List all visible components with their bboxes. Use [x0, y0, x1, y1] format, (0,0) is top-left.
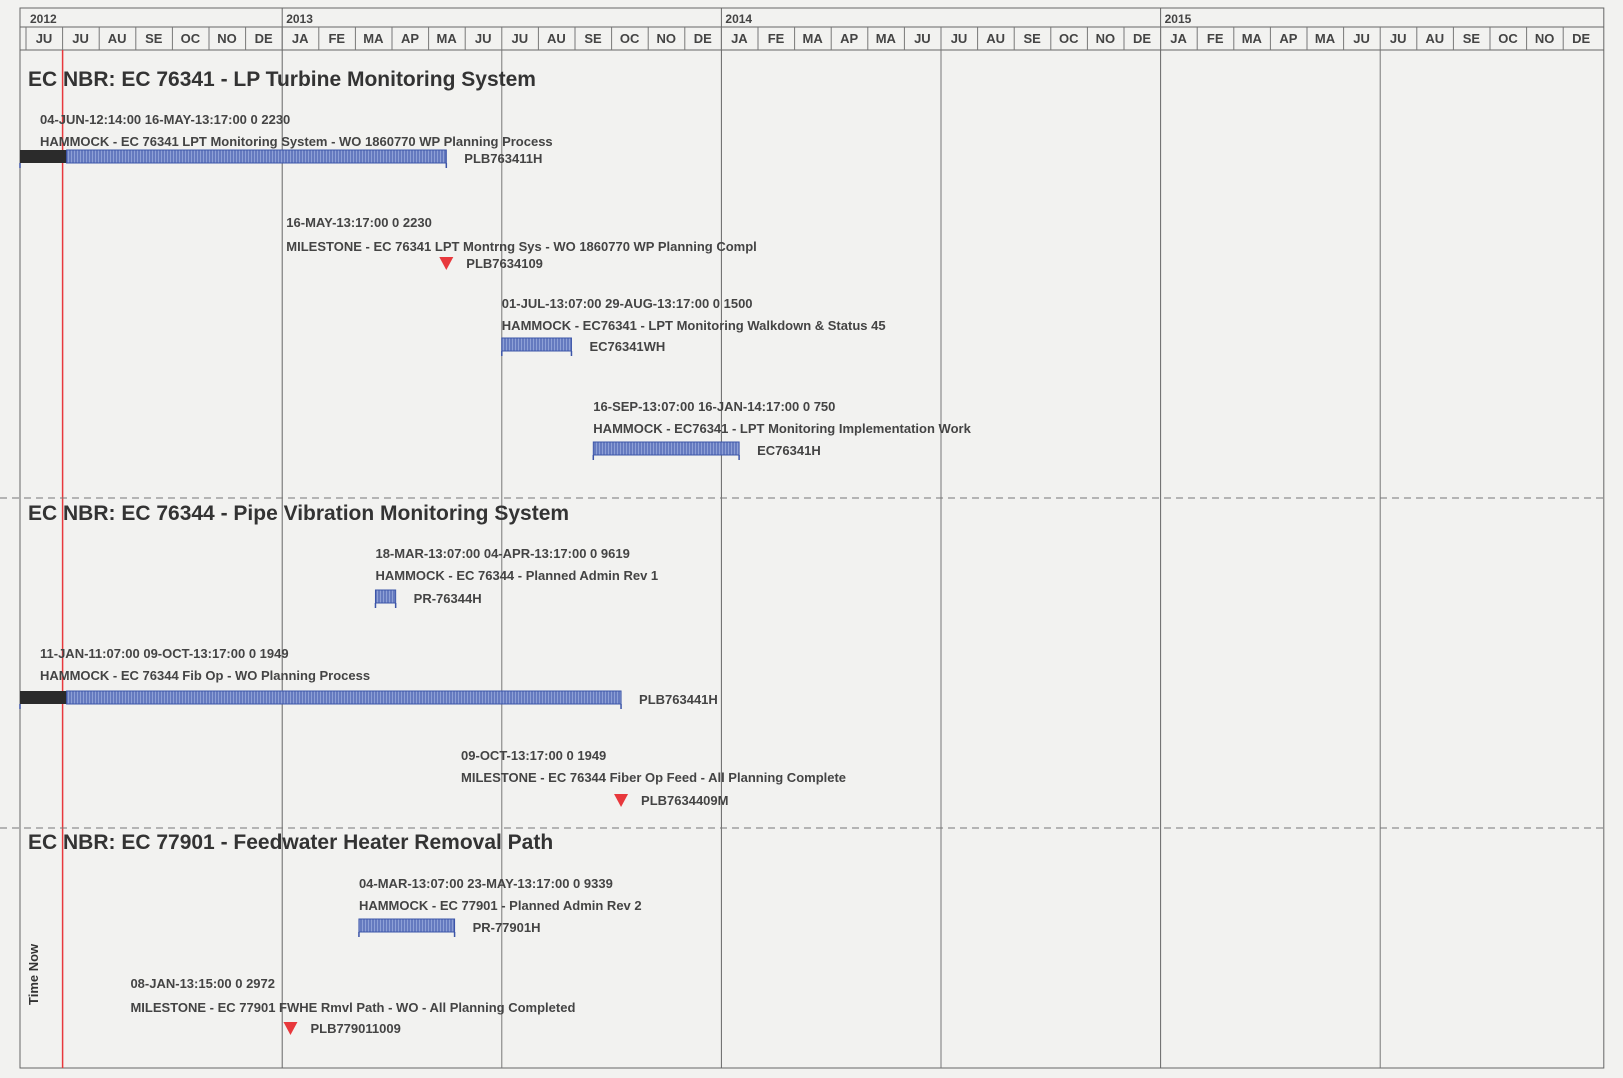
bar-end-marker: [358, 932, 456, 937]
activity-description: MILESTONE - EC 77901 FWHE Rmvl Path - WO…: [130, 1000, 576, 1015]
month-label: JA: [1170, 31, 1187, 46]
activity-bar: [66, 149, 447, 164]
month-label: AP: [1279, 31, 1298, 46]
activity-dates: 01-JUL-13:07:00 29-AUG-13:17:00 0 1500: [501, 296, 753, 311]
activity-description: HAMMOCK - EC76341 - LPT Monitoring Walkd…: [501, 318, 886, 333]
month-label: DE: [1132, 31, 1152, 46]
bar-end-marker: [501, 351, 573, 356]
time-now-label: Time Now: [26, 943, 41, 1005]
month-label: AP: [400, 31, 420, 46]
activity-description: MILESTONE - EC 76344 Fiber Op Feed - All…: [461, 770, 847, 785]
month-label: SE: [584, 31, 602, 46]
year-label: 2014: [725, 12, 753, 26]
month-label: AU: [1425, 31, 1445, 46]
activity-bar-clipped: [20, 150, 67, 163]
month-label: DE: [1572, 31, 1591, 46]
activity-id: PLB7634109: [466, 256, 543, 271]
month-label: JA: [291, 31, 309, 46]
month-label: NO: [1534, 31, 1555, 46]
month-label: DE: [254, 31, 273, 46]
month-label: OC: [1059, 31, 1079, 46]
activity-description: HAMMOCK - EC 76344 Fib Op - WO Planning …: [40, 668, 371, 683]
activity-dates: 04-JUN-12:14:00 16-MAY-13:17:00 0 2230: [40, 112, 291, 127]
year-label: 2012: [30, 12, 57, 26]
month-label: DE: [693, 31, 712, 46]
month-label: MA: [363, 31, 384, 46]
bar-end-marker: [592, 455, 740, 460]
month-label: SE: [145, 31, 163, 46]
activity-description: HAMMOCK - EC 77901 - Planned Admin Rev 2: [358, 898, 642, 913]
section-title: EC NBR: EC 76344 - Pipe Vibration Monito…: [28, 502, 570, 525]
activity-id: PLB763441H: [639, 692, 718, 707]
month-label: MA: [1314, 31, 1336, 46]
month-label: JA: [731, 31, 748, 46]
month-label: AU: [547, 31, 566, 46]
month-label: NO: [1095, 31, 1116, 46]
activity-bar: [358, 918, 456, 933]
month-label: FE: [328, 31, 346, 46]
month-label: SE: [1023, 31, 1041, 46]
month-label: MA: [1241, 31, 1262, 46]
month-label: MA: [802, 31, 823, 46]
month-label: MA: [436, 31, 457, 46]
month-label: MA: [875, 31, 896, 46]
month-label: OC: [1498, 31, 1518, 46]
activity-description: HAMMOCK - EC 76341 LPT Monitoring System…: [40, 134, 553, 149]
milestone-marker: [439, 257, 454, 270]
activity-dates: 04-MAR-13:07:00 23-MAY-13:17:00 0 9339: [358, 876, 613, 891]
activity-bar: [501, 337, 572, 352]
month-label: FE: [767, 31, 785, 46]
bar-end-marker: [19, 163, 448, 168]
bar-end-marker: [19, 704, 622, 709]
month-label: JU: [35, 31, 53, 46]
month-label: JU: [474, 31, 492, 46]
activity-bar-clipped: [20, 691, 67, 704]
activity-description: HAMMOCK - EC76341 - LPT Monitoring Imple…: [593, 421, 971, 436]
activity-dates: 16-SEP-13:07:00 16-JAN-14:17:00 0 750: [593, 399, 836, 414]
month-label: JU: [511, 31, 529, 46]
month-label: SE: [1462, 31, 1481, 46]
month-label: JU: [72, 31, 89, 46]
activity-bar: [592, 441, 740, 456]
month-label: FE: [1206, 31, 1224, 46]
activity-bar: [374, 589, 397, 604]
activity-id: EC76341WH: [589, 339, 666, 354]
month-label: AU: [986, 31, 1005, 46]
activity-description: HAMMOCK - EC 76344 - Planned Admin Rev 1: [375, 568, 659, 583]
activity-id: PLB779011009: [310, 1021, 401, 1036]
month-label: NO: [656, 31, 676, 46]
activity-id: PLB7634409M: [641, 793, 729, 808]
activity-id: PLB763411H: [464, 151, 543, 166]
month-label: JU: [1353, 31, 1370, 46]
activity-dates: 16-MAY-13:17:00 0 2230: [286, 215, 432, 230]
month-label: JU: [914, 31, 931, 46]
year-label: 2015: [1164, 12, 1192, 26]
activity-dates: 11-JAN-11:07:00 09-OCT-13:17:00 0 1949: [40, 646, 289, 661]
milestone-marker: [614, 794, 629, 807]
year-label: 2013: [286, 12, 313, 26]
month-label: OC: [180, 31, 201, 46]
month-label: OC: [619, 31, 640, 46]
gantt-chart: [0, 7, 1605, 1069]
activity-dates: 09-OCT-13:17:00 0 1949: [461, 748, 607, 763]
activity-dates: 08-JAN-13:15:00 0 2972: [130, 976, 275, 991]
section-title: EC NBR: EC 77901 - Feedwater Heater Remo…: [28, 831, 554, 854]
activity-id: PR-76344H: [413, 591, 482, 606]
activity-description: MILESTONE - EC 76341 LPT Montrng Sys - W…: [286, 239, 757, 254]
activity-bar: [66, 690, 622, 705]
month-label: AP: [840, 31, 859, 46]
month-label: JU: [950, 31, 968, 46]
timeline-grid: [0, 7, 1605, 1069]
activity-id: PR-77901H: [472, 920, 541, 935]
activity-dates: 18-MAR-13:07:00 04-APR-13:17:00 0 9619: [375, 546, 630, 561]
section-title: EC NBR: EC 76341 - LP Turbine Monitoring…: [28, 68, 536, 91]
month-label: JU: [1389, 31, 1407, 46]
chart-frame: [19, 7, 1605, 1069]
milestone-marker: [283, 1022, 298, 1035]
month-label: NO: [217, 31, 237, 46]
activity-id: EC76341H: [757, 443, 821, 458]
month-label: AU: [107, 31, 127, 46]
bar-end-marker: [374, 603, 397, 608]
